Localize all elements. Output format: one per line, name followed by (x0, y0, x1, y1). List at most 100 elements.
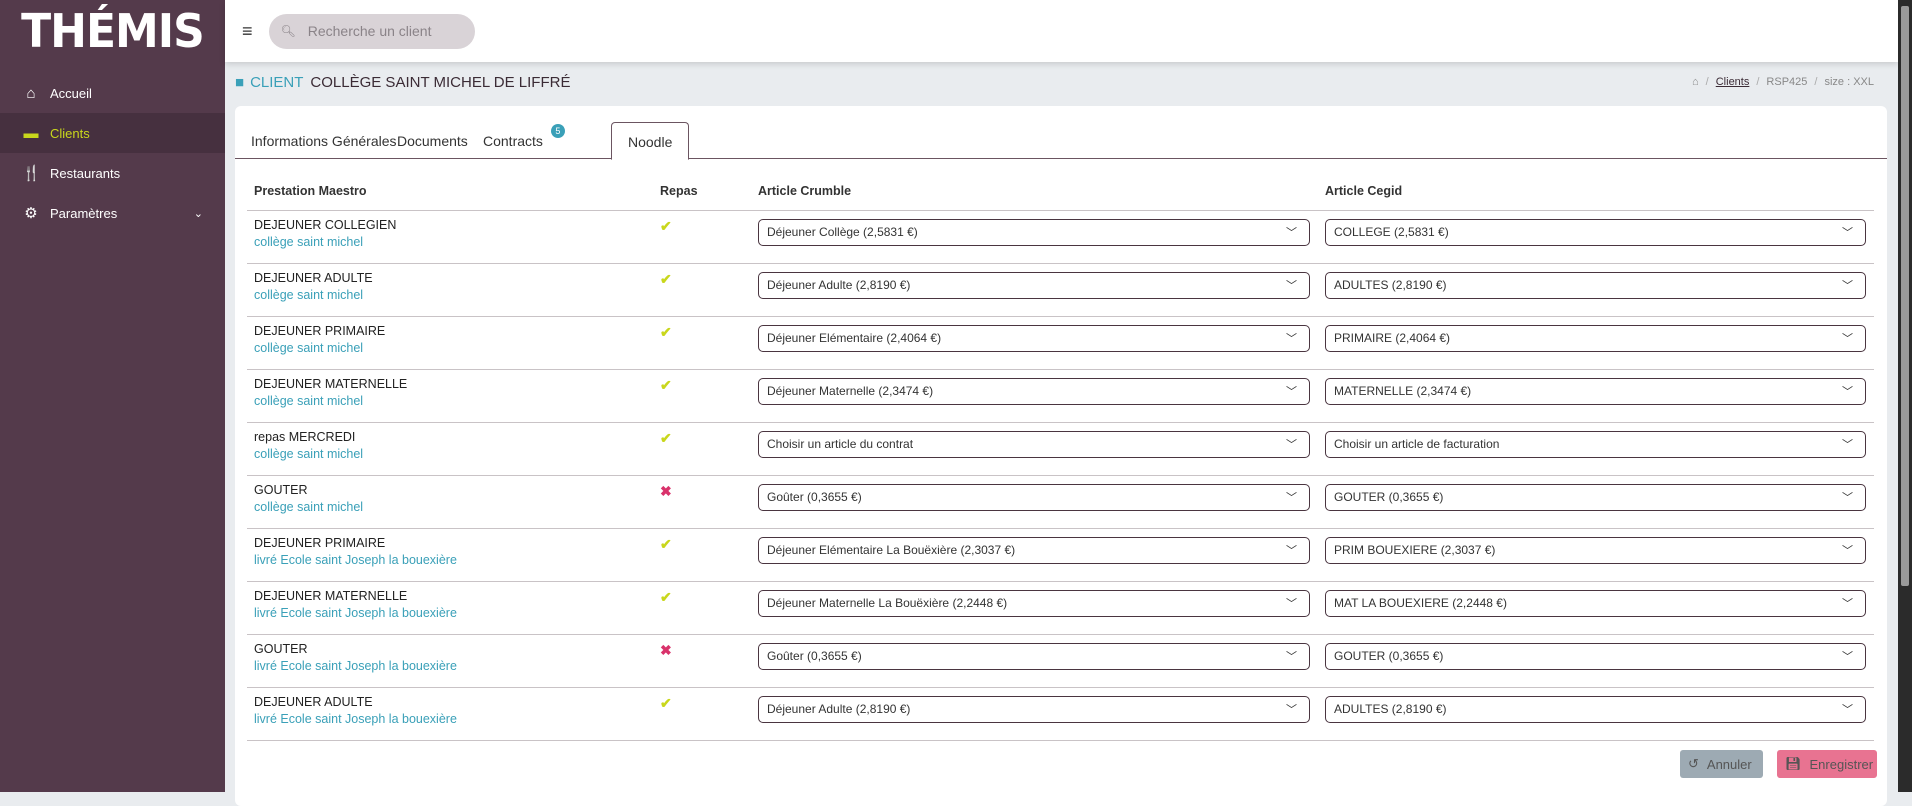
check-icon: ✔ (660, 376, 672, 393)
col-cegid: Article Cegid (1318, 172, 1874, 211)
sidebar-item-label: Accueil (50, 85, 92, 101)
article-crumble-select[interactable]: Goûter (0,3655 €) ﹀ (758, 483, 1310, 511)
sidebar-item-parametres[interactable]: ⚙ Paramètres ⌄ (0, 193, 225, 233)
content-card: Informations Générales Documents Contrac… (235, 106, 1887, 806)
breadcrumb-clients[interactable]: Clients (1716, 76, 1750, 88)
client-name: COLLÈGE SAINT MICHEL DE LIFFRÉ (310, 74, 571, 91)
chevron-down-icon: ﹀ (1842, 386, 1853, 398)
select-value: ADULTES (2,8190 €) (1334, 278, 1447, 292)
select-value: Déjeuner Maternelle La Bouëxière (2,2448… (767, 596, 1008, 610)
prestation-name: GOUTER (254, 482, 308, 497)
article-cegid-select[interactable]: GOUTER (0,3655 €) ﹀ (1325, 642, 1866, 670)
logo: THÉMIS (21, 4, 205, 58)
scrollbar-thumb[interactable] (1901, 6, 1909, 586)
chevron-down-icon: ﹀ (1842, 439, 1853, 451)
save-button[interactable]: 💾︎ Enregistrer (1777, 750, 1877, 778)
prestation-name: DEJEUNER MATERNELLE (254, 588, 408, 603)
prestation-site: livré Ecole saint Joseph la bouexière (254, 605, 457, 620)
repas-cell: ✔ (653, 687, 751, 741)
tab-label: Contracts (483, 133, 543, 149)
article-crumble-select[interactable]: Déjeuner Adulte (2,8190 €) ﹀ (758, 695, 1310, 723)
select-value: COLLEGE (2,5831 €) (1334, 225, 1449, 239)
breadcrumb: ⌂ / Clients / RSP425/size : XXL (1692, 76, 1874, 88)
article-crumble-select[interactable]: Choisir un article du contrat ﹀ (758, 430, 1310, 458)
prestation-site: collège saint michel (254, 287, 364, 302)
prestation-cell: GOUTER collège saint michel (247, 475, 653, 529)
chevron-down-icon: ﹀ (1842, 492, 1853, 504)
prestation-name: repas MERCREDI (254, 429, 356, 444)
select-value: ADULTES (2,8190 €) (1334, 702, 1447, 716)
chevron-down-icon: ﹀ (1286, 227, 1297, 239)
undo-icon: ↺ (1688, 756, 1699, 771)
article-cegid-select[interactable]: ADULTES (2,8190 €) ﹀ (1325, 271, 1866, 299)
chevron-down-icon: ﹀ (1842, 280, 1853, 292)
article-crumble-select[interactable]: Déjeuner Maternelle La Bouëxière (2,2448… (758, 589, 1310, 617)
article-crumble-select[interactable]: Déjeuner Maternelle (2,3474 €) ﹀ (758, 377, 1310, 405)
select-value: Goûter (0,3655 €) (767, 490, 862, 504)
crumble-cell: Déjeuner Adulte (2,8190 €) ﹀ (751, 263, 1318, 317)
contracts-count-badge: 5 (550, 124, 565, 138)
article-cegid-select[interactable]: Choisir un article de facturation ﹀ (1325, 430, 1866, 458)
article-crumble-select[interactable]: Goûter (0,3655 €) ﹀ (758, 642, 1310, 670)
repas-cell: ✔ (653, 528, 751, 582)
select-value: PRIM BOUEXIERE (2,3037 €) (1334, 543, 1496, 557)
article-cegid-select[interactable]: ADULTES (2,8190 €) ﹀ (1325, 695, 1866, 723)
repas-cell: ✖ (653, 634, 751, 688)
chevron-down-icon: ﹀ (1286, 545, 1297, 557)
article-cegid-select[interactable]: PRIMAIRE (2,4064 €) ﹀ (1325, 324, 1866, 352)
cegid-cell: GOUTER (0,3655 €) ﹀ (1318, 634, 1874, 688)
sidebar-item-clients[interactable]: ▬ Clients (0, 113, 225, 153)
col-prestation: Prestation Maestro (247, 172, 653, 211)
search-input[interactable]: 🔍︎ Recherche un client (268, 13, 475, 49)
article-crumble-select[interactable]: Déjeuner Elémentaire La Bouëxière (2,303… (758, 536, 1310, 564)
gear-icon: ⚙ (24, 205, 38, 222)
scrollbar[interactable] (1898, 0, 1912, 792)
tab-noodle[interactable]: Noodle (611, 122, 690, 160)
article-cegid-select[interactable]: GOUTER (0,3655 €) ﹀ (1325, 483, 1866, 511)
prestation-name: DEJEUNER PRIMAIRE (254, 535, 386, 550)
select-value: MAT LA BOUEXIERE (2,2448 €) (1334, 596, 1507, 610)
select-value: Déjeuner Elémentaire (2,4064 €) (767, 331, 942, 345)
cancel-label: Annuler (1706, 756, 1752, 772)
page-title-label: CLIENT (250, 74, 304, 91)
article-cegid-select[interactable]: COLLEGE (2,5831 €) ﹀ (1325, 218, 1866, 246)
briefcase-icon: ▬ (23, 124, 39, 142)
chevron-down-icon: ﹀ (1286, 386, 1297, 398)
prestation-cell: DEJEUNER PRIMAIRE collège saint michel (247, 316, 653, 370)
article-crumble-select[interactable]: Déjeuner Collège (2,5831 €) ﹀ (758, 218, 1310, 246)
cegid-cell: ADULTES (2,8190 €) ﹀ (1318, 263, 1874, 317)
sidebar-nav: ⌂ Accueil ▬ Clients 🍴 Restaurants ⚙ Paramètr… (0, 73, 225, 233)
sidebar-item-accueil[interactable]: ⌂ Accueil (0, 73, 225, 113)
utensils-icon: 🍴 (22, 165, 41, 182)
chevron-down-icon: ﹀ (1286, 651, 1297, 663)
prestation-cell: GOUTER livré Ecole saint Joseph la bouexi… (247, 634, 653, 688)
cancel-button[interactable]: ↺ Annuler (1680, 750, 1763, 778)
table-row: GOUTER collège saint michel ✖ Goûter (0,3… (247, 475, 1874, 529)
article-crumble-select[interactable]: Déjeuner Adulte (2,8190 €) ﹀ (758, 271, 1310, 299)
chevron-down-icon: ﹀ (1286, 598, 1297, 610)
tab-contracts[interactable]: Contracts 5 (467, 122, 565, 159)
article-cegid-select[interactable]: PRIM BOUEXIERE (2,3037 €) ﹀ (1325, 536, 1866, 564)
article-cegid-select[interactable]: MAT LA BOUEXIERE (2,2448 €) ﹀ (1325, 589, 1866, 617)
col-repas: Repas (653, 172, 751, 211)
chevron-down-icon: ﹀ (1842, 545, 1853, 557)
cegid-cell: ADULTES (2,8190 €) ﹀ (1318, 687, 1874, 741)
check-icon: ✔ (660, 694, 672, 711)
chevron-down-icon: ﹀ (1286, 280, 1297, 292)
table-row: DEJEUNER MATERNELLE livré Ecole saint Jos… (247, 581, 1874, 635)
home-icon[interactable]: ⌂ (1692, 76, 1699, 88)
search-placeholder: Recherche un client (307, 23, 432, 39)
menu-icon[interactable]: ≡ (242, 21, 253, 42)
article-cegid-select[interactable]: MATERNELLE (2,3474 €) ﹀ (1325, 377, 1866, 405)
sidebar-item-restaurants[interactable]: 🍴 Restaurants (0, 153, 225, 193)
chevron-down-icon: ⌄ (193, 207, 203, 220)
crumble-cell: Goûter (0,3655 €) ﹀ (751, 475, 1318, 529)
cross-icon: ✖ (660, 641, 672, 658)
article-crumble-select[interactable]: Déjeuner Elémentaire (2,4064 €) ﹀ (758, 324, 1310, 352)
prestation-site: collège saint michel (254, 446, 364, 461)
cegid-cell: MATERNELLE (2,3474 €) ﹀ (1318, 369, 1874, 423)
repas-cell: ✖ (653, 475, 751, 529)
prestation-name: DEJEUNER MATERNELLE (254, 376, 408, 391)
crumble-cell: Déjeuner Elémentaire (2,4064 €) ﹀ (751, 316, 1318, 370)
select-value: Déjeuner Adulte (2,8190 €) (767, 278, 911, 292)
